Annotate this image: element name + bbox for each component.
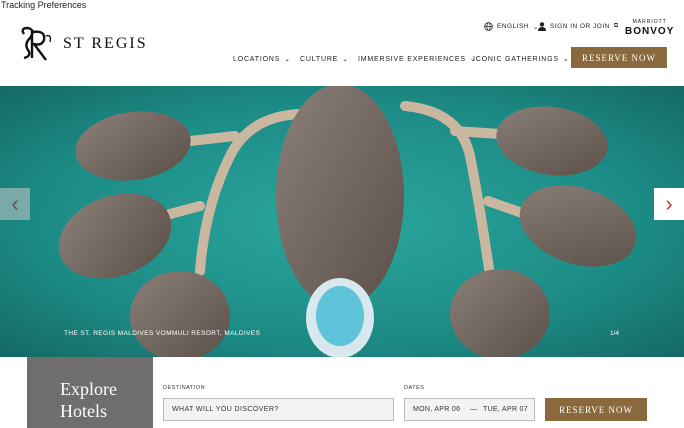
nav-culture[interactable]: CULTURE ⌄: [300, 55, 349, 64]
dates-label: DATES: [404, 385, 425, 391]
user-icon: [538, 22, 546, 31]
chevron-down-icon: ⌄: [562, 56, 570, 63]
next-slide-button[interactable]: ›: [654, 188, 684, 220]
st-regis-monogram-logo[interactable]: [16, 24, 56, 64]
reserve-now-button[interactable]: RESERVE NOW: [571, 47, 667, 68]
tracking-preferences-link[interactable]: Tracking Preferences: [1, 0, 86, 10]
language-selector[interactable]: ENGLISH ⌄: [484, 22, 539, 31]
explore-title-line1: Explore: [60, 379, 117, 399]
nav-label: IMMERSIVE EXPERIENCES: [358, 55, 466, 63]
chevron-left-icon: ‹: [11, 191, 19, 216]
sign-in-link[interactable]: SIGN IN OR JOIN ⧉: [538, 22, 619, 31]
destination-placeholder: WHAT WILL YOU DISCOVER?: [172, 406, 279, 413]
date-separator: —: [470, 406, 478, 413]
nav-label: LOCATIONS: [233, 55, 281, 63]
bonvoy-small-text: MARRIOTT: [632, 19, 667, 25]
nav-immersive-experiences[interactable]: IMMERSIVE EXPERIENCES ⌄: [358, 55, 477, 64]
nav-label: ICONIC GATHERINGS: [473, 55, 559, 63]
globe-icon: [484, 22, 493, 31]
marriott-bonvoy-logo[interactable]: MARRIOTT BONVOY: [625, 20, 674, 37]
chevron-down-icon: ⌄: [342, 56, 349, 63]
destination-input[interactable]: WHAT WILL YOU DISCOVER?: [163, 398, 394, 421]
hero-caption: THE ST. REGIS MALDIVES VOMMULI RESORT, M…: [64, 330, 261, 337]
previous-slide-button[interactable]: ‹: [0, 188, 30, 220]
date-range-picker[interactable]: MON, APR 06 — TUE, APR 07: [404, 398, 535, 421]
chevron-down-icon: ⌄: [284, 56, 291, 63]
explore-hotels-panel: Explore Hotels: [27, 357, 153, 428]
chevron-right-icon: ›: [665, 191, 673, 216]
language-label: ENGLISH: [497, 23, 530, 30]
external-link-icon: ⧉: [613, 23, 619, 29]
hero-image: [0, 86, 684, 357]
bonvoy-big-text: BONVOY: [625, 26, 675, 37]
nav-iconic-gatherings[interactable]: ICONIC GATHERINGS ⌄: [473, 55, 570, 64]
nav-label: CULTURE: [300, 55, 339, 63]
slide-counter: 1/4: [610, 330, 620, 337]
booking-reserve-button[interactable]: RESERVE NOW: [545, 398, 647, 421]
explore-title-line2: Hotels: [60, 401, 107, 421]
destination-label: DESTINATION: [163, 385, 206, 391]
check-out-date: TUE, APR 07: [483, 406, 528, 413]
sign-in-label: SIGN IN OR JOIN: [550, 23, 610, 30]
brand-wordmark[interactable]: ST REGIS: [63, 35, 148, 53]
check-in-date: MON, APR 06: [413, 406, 461, 413]
nav-locations[interactable]: LOCATIONS ⌄: [233, 55, 291, 64]
